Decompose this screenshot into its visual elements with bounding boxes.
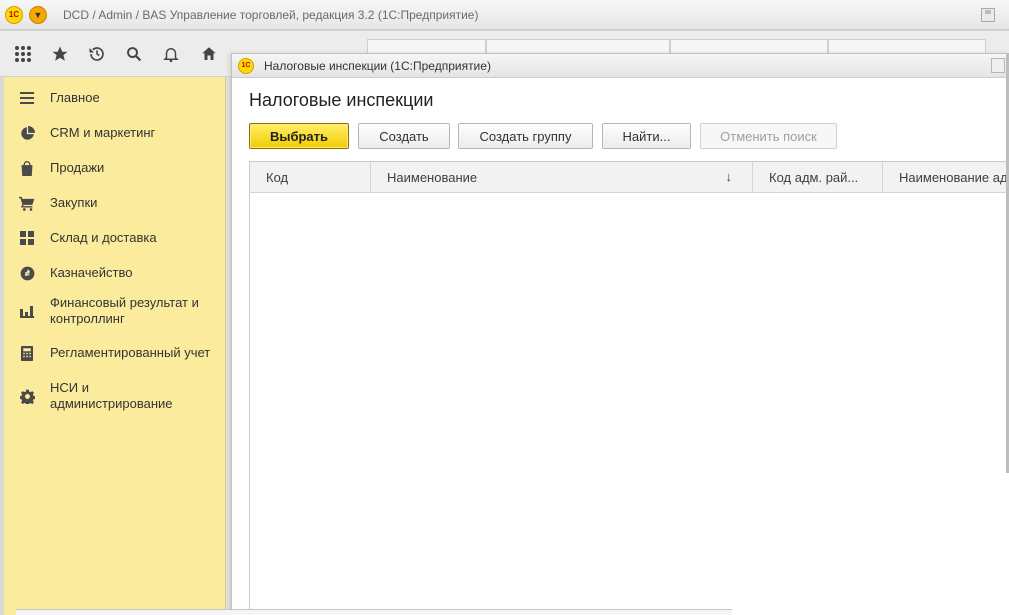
currency-coin-icon — [4, 266, 50, 281]
create-group-button[interactable]: Создать группу — [458, 123, 593, 149]
sidebar-item-label: Регламентированный учет — [50, 345, 211, 360]
sidebar-item-label: Финансовый результат и контроллинг — [50, 295, 199, 326]
tax-inspections-window: 1С Налоговые инспекции (1С:Предприятие) … — [231, 53, 1009, 615]
notifications-bell-icon[interactable] — [154, 39, 188, 69]
main-window-titlebar: 1С ▼ DCD / Admin / BAS Управление торгов… — [0, 0, 1009, 30]
modal-titlebar: 1С Налоговые инспекции (1С:Предприятие) — [232, 54, 1009, 78]
pie-chart-icon — [4, 125, 50, 141]
sidebar-item-label: Склад и доставка — [50, 230, 157, 245]
sidebar-item-regulated-accounting[interactable]: Регламентированный учет — [4, 338, 226, 368]
column-header-label: Наименование — [387, 170, 478, 185]
document-icon[interactable] — [991, 58, 1005, 73]
cancel-search-button: Отменить поиск — [700, 123, 837, 149]
sidebar-item-purchases[interactable]: Закупки — [4, 188, 226, 218]
column-header-label: Наименование ад — [899, 170, 1008, 185]
column-header-district-name[interactable]: Наименование ад — [883, 162, 1009, 193]
sidebar-item-label: НСИ и администрирование — [50, 380, 173, 411]
modal-window-title: Налоговые инспекции (1С:Предприятие) — [264, 58, 491, 73]
sidebar-item-treasury[interactable]: Казначейство — [4, 258, 226, 288]
column-header-code[interactable]: Код — [250, 162, 371, 193]
1c-logo-icon: 1С — [5, 5, 23, 24]
search-icon[interactable] — [117, 39, 151, 69]
page-title: Налоговые инспекции — [249, 90, 434, 110]
tax-inspections-table[interactable]: Код Наименование ↓ Код адм. рай... Наиме… — [249, 161, 1009, 615]
cart-icon — [4, 196, 50, 211]
1c-logo-icon: 1С — [238, 57, 254, 74]
column-header-label: Код адм. рай... — [769, 170, 859, 185]
sidebar-item-sales[interactable]: Продажи — [4, 153, 226, 183]
sidebar-item-label: Продажи — [50, 160, 105, 175]
sidebar-item-warehouse[interactable]: Склад и доставка — [4, 223, 226, 253]
find-button[interactable]: Найти... — [602, 123, 691, 149]
select-button[interactable]: Выбрать — [249, 123, 349, 149]
bar-chart-icon — [4, 305, 50, 318]
sidebar-item-financial-result[interactable]: Финансовый результат и контроллинг — [4, 293, 226, 329]
sidebar-item-label: Казначейство — [50, 265, 133, 280]
horizontal-scrollbar[interactable] — [16, 609, 732, 615]
home-icon[interactable] — [192, 39, 226, 69]
sidebar-item-admin[interactable]: НСИ и администрирование — [4, 379, 226, 413]
shopping-bag-icon — [4, 160, 50, 176]
sidebar-item-label: CRM и маркетинг — [50, 125, 156, 140]
calculator-icon — [4, 345, 50, 361]
gear-icon — [4, 389, 50, 404]
sidebar-item-label: Главное — [50, 90, 100, 105]
table-header: Код Наименование ↓ Код адм. рай... Наиме… — [250, 162, 1009, 193]
create-button[interactable]: Создать — [358, 123, 450, 149]
favorites-star-icon[interactable] — [43, 39, 77, 69]
save-icon[interactable] — [981, 8, 995, 22]
sidebar-item-main[interactable]: Главное — [4, 83, 226, 113]
column-header-name[interactable]: Наименование ↓ — [371, 162, 753, 193]
app-window-title: DCD / Admin / BAS Управление торговлей, … — [63, 7, 479, 22]
sidebar-item-label: Закупки — [50, 195, 98, 210]
history-icon[interactable] — [80, 39, 114, 69]
main-menu-dropdown-icon[interactable]: ▼ — [29, 5, 47, 24]
column-header-label: Код — [266, 170, 289, 185]
column-header-district-code[interactable]: Код адм. рай... — [753, 162, 883, 193]
sections-sidebar: Главное CRM и маркетинг Продажи Закупки … — [4, 77, 226, 615]
sort-descending-icon: ↓ — [725, 169, 733, 184]
sidebar-item-crm[interactable]: CRM и маркетинг — [4, 118, 226, 148]
warehouse-grid-icon — [4, 231, 50, 245]
apps-grid-icon[interactable] — [6, 39, 40, 69]
menu-lines-icon — [4, 91, 50, 105]
